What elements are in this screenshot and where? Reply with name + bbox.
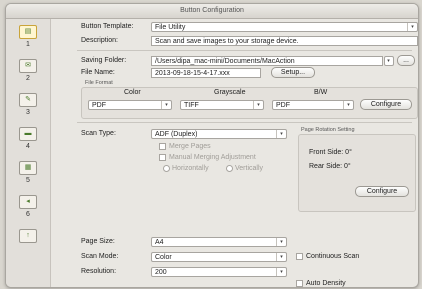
saving-folder-label: Saving Folder: <box>81 57 127 64</box>
sidebar-item-6[interactable]: ◂ 6 <box>17 195 39 225</box>
bw-format-label: B/W <box>314 89 328 96</box>
chevron-down-icon: ▾ <box>343 101 353 109</box>
horizontally-label: Horizontally <box>172 165 209 172</box>
bw-format-value: PDF <box>276 102 290 109</box>
button-configuration-window: Button Configuration ▤ 1 ✉ 2 ✎ 3 ▬ 4 ▦ 5… <box>5 3 419 288</box>
button-sidebar: ▤ 1 ✉ 2 ✎ 3 ▬ 4 ▦ 5 ◂ 6 ↑ <box>6 19 51 287</box>
sidebar-item-2[interactable]: ✉ 2 <box>17 59 39 89</box>
chevron-down-icon: ▾ <box>276 253 286 261</box>
grayscale-format-value: TIFF <box>184 102 199 109</box>
merge-pages-checkbox[interactable] <box>159 143 166 150</box>
sidebar-item-3[interactable]: ✎ 3 <box>17 93 39 123</box>
chevron-down-icon: ▾ <box>276 238 286 246</box>
rotation-group-label: Page Rotation Setting <box>301 127 355 133</box>
setup-button[interactable]: Setup... <box>271 67 315 78</box>
chevron-down-icon: ▾ <box>161 101 171 109</box>
saving-folder-field[interactable]: /Users/dipa_mac-mini/Documents/MacAction <box>151 56 383 66</box>
scan-mode-value: Color <box>155 254 172 261</box>
scan-type-value: ADF (Duplex) <box>155 131 198 138</box>
color-format-value: PDF <box>92 102 106 109</box>
chevron-down-icon: ▾ <box>276 268 286 276</box>
divider <box>77 50 412 51</box>
page-size-value: A4 <box>155 239 164 246</box>
file-format-group: Color Grayscale B/W PDF ▾ TIFF ▾ PDF ▾ C… <box>81 87 418 119</box>
scan-mode-label: Scan Mode: <box>81 253 119 260</box>
auto-density-label: Auto Density <box>306 280 346 287</box>
vertically-label: Vertically <box>235 165 264 172</box>
front-side-label: Front Side: 0° <box>309 149 352 156</box>
color-format-label: Color <box>124 89 141 96</box>
file-name-label: File Name: <box>81 69 115 76</box>
sidebar-item-number: 6 <box>26 211 30 218</box>
template-value: File Utility <box>155 24 186 31</box>
merge-pages-label: Merge Pages <box>169 143 211 150</box>
resolution-select[interactable]: 200 ▾ <box>151 267 287 277</box>
template-select[interactable]: File Utility ▾ <box>151 22 418 32</box>
auto-density-checkbox[interactable] <box>296 280 303 287</box>
sidebar-item-number: 2 <box>26 75 30 82</box>
manual-merging-label: Manual Merging Adjustment <box>169 154 256 161</box>
email-icon: ✉ <box>19 59 37 73</box>
page-size-select[interactable]: A4 ▾ <box>151 237 287 247</box>
rear-side-label: Rear Side: 0° <box>309 163 351 170</box>
sidebar-item-number: 5 <box>26 177 30 184</box>
grayscale-format-label: Grayscale <box>214 89 246 96</box>
sidebar-item-number: 1 <box>26 41 30 48</box>
window-title: Button Configuration <box>6 4 418 19</box>
rotation-configure-button[interactable]: Configure <box>355 186 409 197</box>
settings-panel: Button Template: File Utility ▾ Descript… <box>51 19 418 287</box>
page-size-label: Page Size: <box>81 238 115 245</box>
horizontally-radio[interactable] <box>163 165 170 172</box>
continuous-scan-checkbox[interactable] <box>296 253 303 260</box>
sidebar-item-number: 3 <box>26 109 30 116</box>
description-label: Description: <box>81 37 118 44</box>
color-format-select[interactable]: PDF ▾ <box>88 100 172 110</box>
browse-button[interactable]: ... <box>397 55 415 66</box>
divider <box>77 122 412 123</box>
chevron-down-icon: ▾ <box>276 130 286 138</box>
rotation-group: Front Side: 0° Rear Side: 0° Configure <box>298 134 416 212</box>
file-name-field[interactable]: 2013-09-18-15-4-17.xxx <box>151 68 261 78</box>
sidebar-item-4[interactable]: ▬ 4 <box>17 127 39 157</box>
resolution-value: 200 <box>155 269 167 276</box>
vertically-radio[interactable] <box>226 165 233 172</box>
share-icon: ◂ <box>19 195 37 209</box>
description-field[interactable]: Scan and save images to your storage dev… <box>151 36 418 46</box>
sidebar-item-number: 4 <box>26 143 30 150</box>
scan-type-select[interactable]: ADF (Duplex) ▾ <box>151 129 287 139</box>
sidebar-item-1[interactable]: ▤ 1 <box>17 25 39 55</box>
chevron-down-icon: ▾ <box>407 23 417 31</box>
document-icon: ✎ <box>19 93 37 107</box>
sidebar-item-7[interactable]: ↑ <box>17 229 39 259</box>
resolution-label: Resolution: <box>81 268 117 275</box>
chevron-down-icon: ▾ <box>387 58 390 64</box>
scan-icon: ▤ <box>19 25 37 39</box>
sidebar-item-5[interactable]: ▦ 5 <box>17 161 39 191</box>
saving-folder-dropdown[interactable]: ▾ <box>384 56 394 66</box>
grayscale-format-select[interactable]: TIFF ▾ <box>180 100 264 110</box>
folder-icon: ▦ <box>19 161 37 175</box>
template-label: Button Template: <box>81 23 134 30</box>
continuous-scan-label: Continuous Scan <box>306 253 360 260</box>
file-format-group-label: File Format <box>85 80 113 86</box>
scan-mode-select[interactable]: Color ▾ <box>151 252 287 262</box>
manual-merging-checkbox[interactable] <box>159 154 166 161</box>
chevron-down-icon: ▾ <box>253 101 263 109</box>
scan-type-label: Scan Type: <box>81 130 116 137</box>
bw-format-select[interactable]: PDF ▾ <box>272 100 354 110</box>
format-configure-button[interactable]: Configure <box>360 99 412 110</box>
printer-icon: ▬ <box>19 127 37 141</box>
upload-icon: ↑ <box>19 229 37 243</box>
